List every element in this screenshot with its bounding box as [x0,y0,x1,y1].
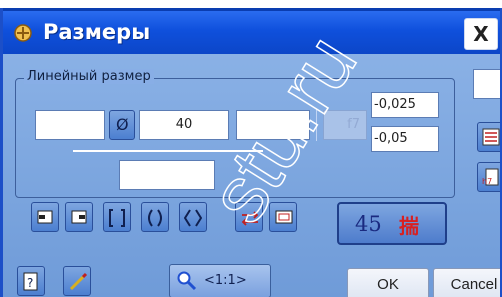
fit-field: f7 [323,110,367,140]
text-before-button[interactable] [31,202,59,232]
zoom-icon [177,271,197,291]
zoom-button[interactable]: <1:1> [169,264,271,297]
tolerance-table-button[interactable] [477,122,500,152]
pick-icon [69,272,88,291]
round-brackets-button[interactable] [141,202,169,232]
help-icon: ? [23,272,38,291]
frame-icon [275,210,293,224]
pick-button[interactable] [63,266,91,296]
angle-value: 45 [355,212,382,236]
zoom-label: <1:1> [204,273,247,288]
group-label: Линейный размер [24,69,154,84]
angle-button[interactable]: 45 揣 [337,202,447,245]
text-after-icon [71,210,87,224]
nominal-field[interactable]: 40 [139,110,229,140]
divider [316,109,317,141]
cancel-button[interactable]: Cancel [433,268,500,297]
ok-button[interactable]: OK [347,268,429,297]
suffix-field[interactable] [236,110,310,140]
diameter-button[interactable]: Ø [109,110,135,140]
svg-text:?: ? [27,276,33,290]
dimensions-dialog: Размеры X Линейный размер Ø 40 f7 -0,025… [0,8,502,297]
angle-glyph: 揣 [399,214,419,238]
square-brackets-button[interactable] [103,202,131,232]
swap-arrows-icon [241,211,259,226]
svg-text:h7: h7 [482,177,492,186]
side-field[interactable] [473,69,500,99]
frame-button[interactable] [269,202,297,232]
text-below-field[interactable] [119,160,215,190]
prefix-field[interactable] [35,110,105,140]
dimension-line [73,150,263,152]
close-button[interactable]: X [464,18,498,50]
text-after-button[interactable] [65,202,93,232]
angle-brackets-icon [184,209,202,227]
help-button[interactable]: ? [17,266,45,296]
fit-table-icon: h7 [482,168,499,186]
lower-tolerance-field[interactable]: -0,05 [371,126,439,152]
app-icon [14,24,32,42]
window-title: Размеры [43,20,151,44]
upper-tolerance-field[interactable]: -0,025 [371,92,439,118]
round-brackets-icon [148,209,162,227]
square-brackets-icon [109,209,125,227]
title-bar[interactable]: Размеры X [3,8,500,54]
diameter-icon: Ø [116,115,129,134]
fit-table-button[interactable]: h7 [477,162,500,192]
swap-button[interactable] [235,202,263,232]
tolerance-table-icon [482,128,500,146]
angle-brackets-button[interactable] [179,202,207,232]
text-before-icon [37,210,53,224]
